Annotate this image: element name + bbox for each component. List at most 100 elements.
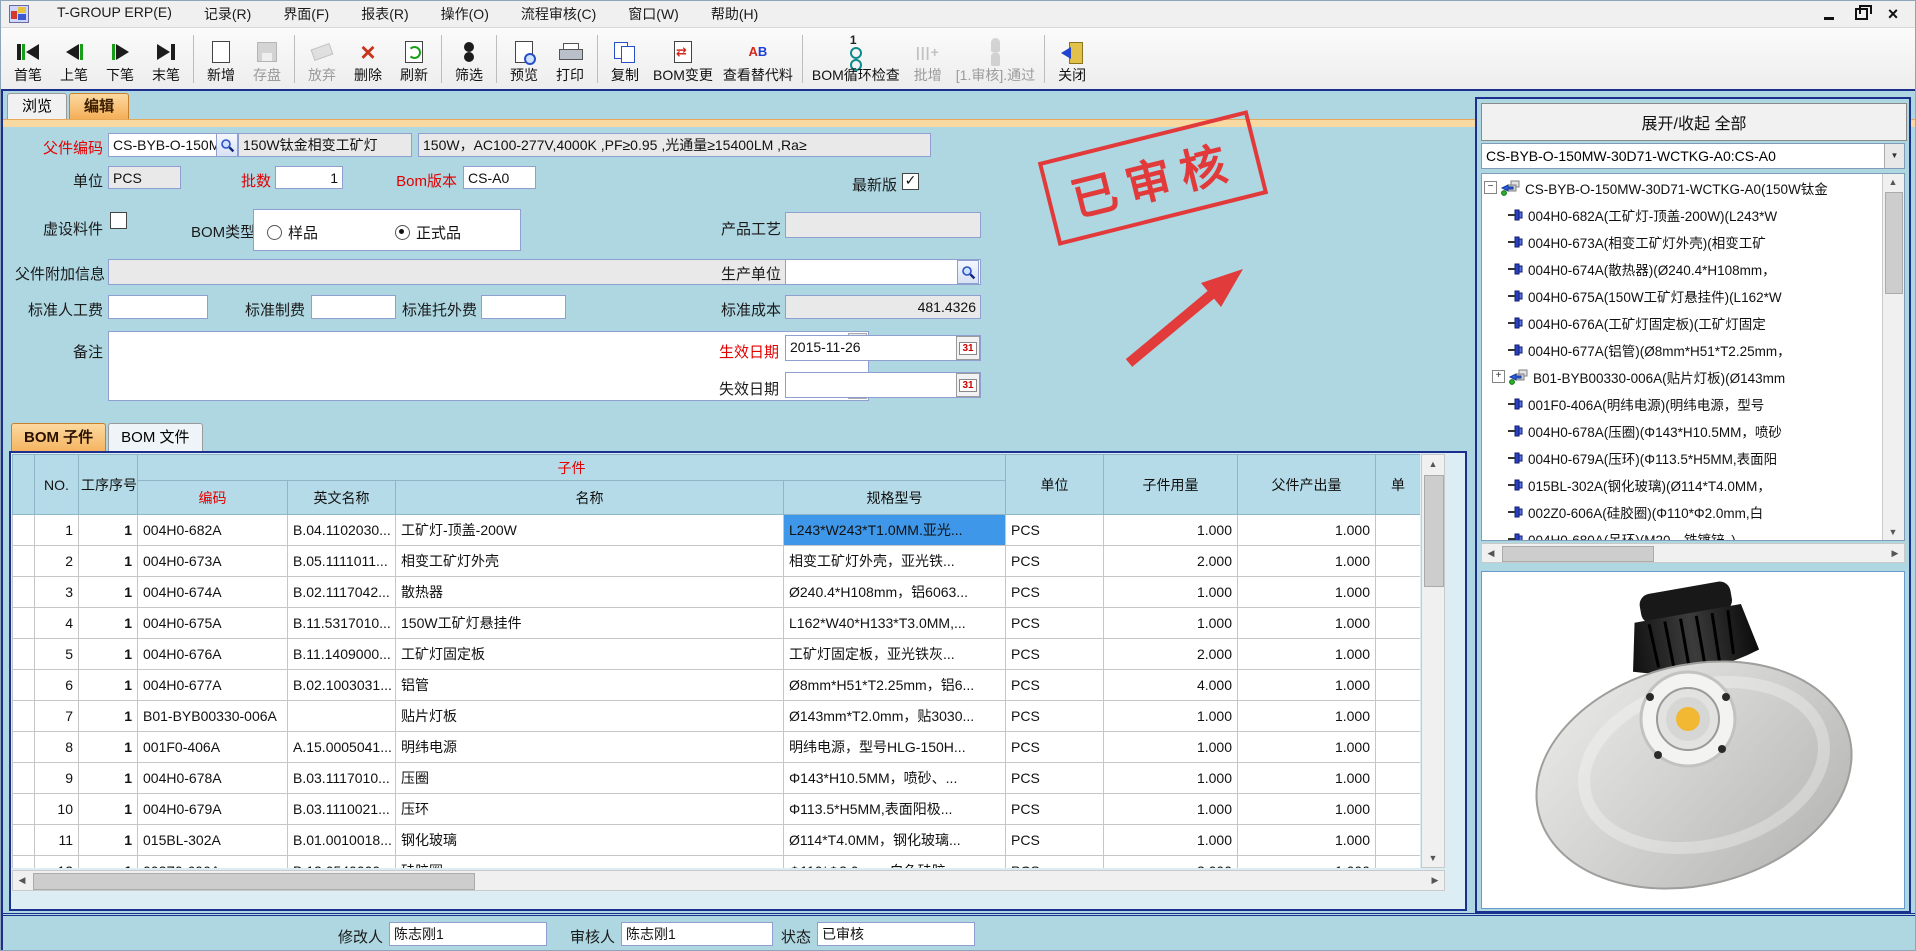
cell-no[interactable]: 3 xyxy=(35,577,79,608)
cell-unit[interactable]: PCS xyxy=(1006,794,1104,825)
scrollbar-thumb[interactable] xyxy=(33,873,475,890)
cell-seq[interactable]: 1 xyxy=(79,794,138,825)
cell-pqty[interactable]: 1.000 xyxy=(1238,577,1376,608)
cell-en[interactable]: B.03.1110021... xyxy=(288,794,396,825)
cell-unit[interactable]: PCS xyxy=(1006,546,1104,577)
toolbar-button[interactable]: 新增 xyxy=(198,31,244,87)
cell-spec[interactable]: Ø8mm*H51*T2.25mm，铝6... xyxy=(784,670,1006,701)
cell-qty[interactable]: 1.000 xyxy=(1104,577,1238,608)
cell-code[interactable]: 004H0-673A xyxy=(138,546,288,577)
cell-gut[interactable] xyxy=(13,794,35,825)
cell-en[interactable]: B.01.0010018... xyxy=(288,825,396,856)
cell-pqty[interactable]: 1.000 xyxy=(1238,732,1376,763)
cell-pqty[interactable]: 1.000 xyxy=(1238,546,1376,577)
cell-name[interactable]: 工矿灯-顶盖-200W xyxy=(396,515,784,546)
tree-item[interactable]: 004H0-680A(吊环)(M20、铁镀锌。) xyxy=(1482,525,1882,541)
cell-qty[interactable]: 1.000 xyxy=(1104,701,1238,732)
cell-name[interactable]: 铝管 xyxy=(396,670,784,701)
tab-bom-files[interactable]: BOM 文件 xyxy=(108,423,202,452)
toolbar-button[interactable]: 下笔 xyxy=(97,31,143,87)
tree-item[interactable]: 004H0-682A(工矿灯-顶盖-200W)(L243*W xyxy=(1482,201,1882,228)
cell-no[interactable]: 4 xyxy=(35,608,79,639)
cell-spec[interactable]: L243*W243*T1.0MM.亚光... xyxy=(784,515,1006,546)
cell-seq[interactable]: 1 xyxy=(79,825,138,856)
menu-item[interactable]: 操作(O) xyxy=(425,1,505,27)
tab-edit[interactable]: 编辑 xyxy=(69,93,129,120)
cell-code[interactable]: 004H0-676A xyxy=(138,639,288,670)
grid-horizontal-scrollbar[interactable]: ◀ ▶ xyxy=(12,870,1445,891)
scrollbar-thumb[interactable] xyxy=(1502,546,1654,562)
cell-spec[interactable]: 相变工矿灯外壳，亚光铁... xyxy=(784,546,1006,577)
cell-ext[interactable] xyxy=(1376,825,1421,856)
bom-version-select[interactable]: CS-BYB-O-150MW-30D71-WCTKG-A0:CS-A0 ▼ xyxy=(1481,143,1905,169)
cell-name[interactable]: 150W工矿灯悬挂件 xyxy=(396,608,784,639)
toolbar-button[interactable]: 打印 xyxy=(547,31,593,87)
std-labor-field[interactable] xyxy=(108,295,208,319)
cell-en[interactable]: B.02.1117042... xyxy=(288,577,396,608)
modifier-field[interactable]: 陈志刚1 xyxy=(389,922,547,946)
toolbar-button[interactable]: 复制 xyxy=(602,31,648,87)
cell-name[interactable]: 硅胶圈 xyxy=(396,856,784,869)
tree-item[interactable]: 004H0-674A(散热器)(Ø240.4*H108mm， xyxy=(1482,255,1882,282)
cell-gut[interactable] xyxy=(13,825,35,856)
scrollbar-thumb[interactable] xyxy=(1885,192,1903,294)
expand-collapse-all-button[interactable]: 展开/收起 全部 xyxy=(1481,103,1907,141)
cell-unit[interactable]: PCS xyxy=(1006,577,1104,608)
cell-ext[interactable] xyxy=(1376,856,1421,869)
cell-ext[interactable] xyxy=(1376,515,1421,546)
tree-item[interactable]: 004H0-673A(相变工矿灯外壳)(相变工矿 xyxy=(1482,228,1882,255)
cell-gut[interactable] xyxy=(13,608,35,639)
cell-name[interactable]: 相变工矿灯外壳 xyxy=(396,546,784,577)
cell-name[interactable]: 工矿灯固定板 xyxy=(396,639,784,670)
toolbar-button[interactable]: AB查看替代料 xyxy=(718,31,798,87)
bom-version-field[interactable]: CS-A0 xyxy=(463,166,536,189)
cell-spec[interactable]: 工矿灯固定板，亚光铁灰... xyxy=(784,639,1006,670)
cell-qty[interactable]: 2.000 xyxy=(1104,546,1238,577)
cell-qty[interactable]: 1.000 xyxy=(1104,608,1238,639)
cell-name[interactable]: 压环 xyxy=(396,794,784,825)
scroll-left-icon[interactable]: ◀ xyxy=(13,871,31,890)
scroll-right-icon[interactable]: ▶ xyxy=(1426,871,1444,890)
chevron-down-icon[interactable]: ▼ xyxy=(1884,144,1904,168)
scroll-down-icon[interactable]: ▼ xyxy=(1422,849,1444,867)
cell-en[interactable]: B.11.1409000... xyxy=(288,639,396,670)
cell-qty[interactable]: 1.000 xyxy=(1104,763,1238,794)
toolbar-button[interactable]: 筛选 xyxy=(446,31,492,87)
cell-seq[interactable]: 1 xyxy=(79,639,138,670)
cell-no[interactable]: 10 xyxy=(35,794,79,825)
cell-pqty[interactable]: 1.000 xyxy=(1238,825,1376,856)
cell-spec[interactable]: Ø114*T4.0MM，钢化玻璃... xyxy=(784,825,1006,856)
cell-ext[interactable] xyxy=(1376,763,1421,794)
cell-code[interactable]: 002Z0-606A xyxy=(138,856,288,869)
cell-no[interactable]: 6 xyxy=(35,670,79,701)
expire-date-field[interactable] xyxy=(785,372,981,398)
close-icon[interactable]: × xyxy=(1879,4,1907,24)
cell-ext[interactable] xyxy=(1376,732,1421,763)
cell-name[interactable]: 明纬电源 xyxy=(396,732,784,763)
toolbar-button[interactable]: 末笔 xyxy=(143,31,189,87)
cell-qty[interactable]: 2.000 xyxy=(1104,639,1238,670)
cell-no[interactable]: 2 xyxy=(35,546,79,577)
toolbar-button[interactable]: ×删除 xyxy=(345,31,391,87)
cell-code[interactable]: 004H0-677A xyxy=(138,670,288,701)
cell-seq[interactable]: 1 xyxy=(79,732,138,763)
virtual-part-checkbox[interactable] xyxy=(110,212,127,229)
cell-name[interactable]: 贴片灯板 xyxy=(396,701,784,732)
cell-unit[interactable]: PCS xyxy=(1006,856,1104,869)
cell-seq[interactable]: 1 xyxy=(79,515,138,546)
cell-name[interactable]: 压圈 xyxy=(396,763,784,794)
cell-seq[interactable]: 1 xyxy=(79,670,138,701)
cell-pqty[interactable]: 1.000 xyxy=(1238,670,1376,701)
menu-item[interactable]: T-GROUP ERP(E) xyxy=(41,1,188,27)
toolbar-button[interactable]: 预览 xyxy=(501,31,547,87)
cell-qty[interactable]: 1.000 xyxy=(1104,515,1238,546)
tree-vertical-scrollbar[interactable]: ▲ ▼ xyxy=(1882,174,1904,540)
cell-unit[interactable]: PCS xyxy=(1006,732,1104,763)
cell-unit[interactable]: PCS xyxy=(1006,825,1104,856)
toolbar-button[interactable]: 1BOM循环检查 xyxy=(807,31,905,87)
minimize-icon[interactable] xyxy=(1815,4,1843,24)
menu-item[interactable]: 记录(R) xyxy=(188,1,267,27)
parent-code-field[interactable]: CS-BYB-O-150MW-3 xyxy=(108,133,217,157)
cell-spec[interactable]: Φ143*H10.5MM，喷砂、... xyxy=(784,763,1006,794)
cell-name[interactable]: 散热器 xyxy=(396,577,784,608)
